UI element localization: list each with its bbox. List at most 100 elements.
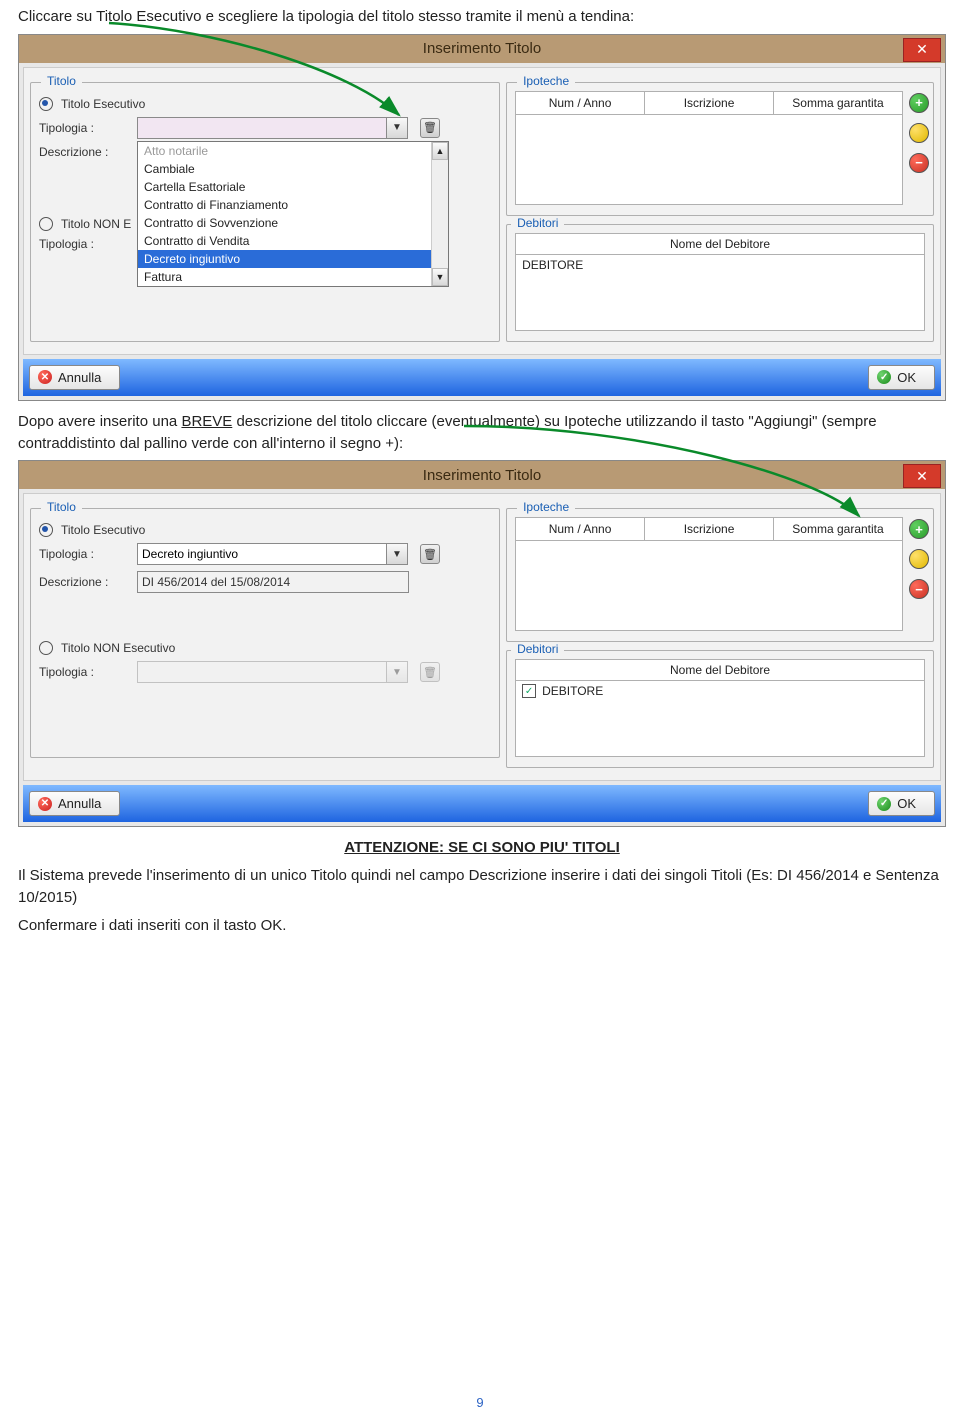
radio-titolo-non-esecutivo-2[interactable] (39, 641, 53, 655)
intro-text: Cliccare su Titolo Esecutivo e scegliere… (18, 6, 946, 28)
close-button[interactable]: ✕ (903, 38, 941, 62)
scroll-down-icon[interactable]: ▼ (432, 268, 448, 286)
mid-text: Dopo avere inserito una BREVE descrizion… (18, 411, 946, 455)
ipo-col-iscrizione-2: Iscrizione (645, 518, 774, 540)
ipoteche-table[interactable]: Num / Anno Iscrizione Somma garantita (515, 91, 903, 205)
ok-icon: ✓ (877, 370, 891, 384)
tipologia-combo-3[interactable]: ▼ (137, 661, 408, 683)
descrizione-label-2: Descrizione : (39, 575, 129, 589)
close-icon: ✕ (916, 41, 928, 58)
window-title-2: Inserimento Titolo (423, 467, 541, 484)
ok-icon: ✓ (877, 797, 891, 811)
dd-opt-sovvenzione[interactable]: Contratto di Sovvenzione (138, 214, 448, 232)
plus-icon: + (915, 95, 923, 110)
attention-heading: ATTENZIONE: SE CI SONO PIU' TITOLI (18, 837, 946, 859)
debitore-name-2: DEBITORE (542, 684, 603, 698)
dd-opt-decreto[interactable]: Decreto ingiuntivo (138, 250, 448, 268)
add-button[interactable]: + (909, 93, 929, 113)
ipo-col-somma-2: Somma garantita (774, 518, 902, 540)
minus-icon: − (915, 582, 923, 597)
tipologia-dropdown[interactable]: Atto notarile Cambiale Cartella Esattori… (137, 141, 449, 287)
group-debitori-label: Debitori (511, 216, 564, 230)
debitori-table-2[interactable]: Nome del Debitore ✓ DEBITORE (515, 659, 925, 757)
ok-button-2[interactable]: ✓ OK (868, 791, 935, 816)
ok-button[interactable]: ✓ OK (868, 365, 935, 390)
group-ipoteche-label-2: Ipoteche (517, 500, 575, 514)
dd-opt-atto[interactable]: Atto notarile (138, 142, 448, 160)
trash-icon: 🗑 (420, 662, 440, 682)
table-row[interactable]: DEBITORE (516, 255, 924, 275)
dd-opt-cambiale[interactable]: Cambiale (138, 160, 448, 178)
window-bottom-bar: ✕ Annulla ✓ OK (23, 359, 941, 396)
ipo-col-num-2: Num / Anno (516, 518, 645, 540)
tipologia-combo-2[interactable]: ▼ (137, 543, 408, 565)
cancel-icon: ✕ (38, 370, 52, 384)
add-button-2[interactable]: + (909, 519, 929, 539)
cancel-button-2[interactable]: ✕ Annulla (29, 791, 120, 816)
group-titolo-label-2: Titolo (41, 500, 82, 514)
radio-titolo-esecutivo-2[interactable] (39, 523, 53, 537)
descrizione-label: Descrizione : (39, 145, 129, 159)
para-confirm: Confermare i dati inseriti con il tasto … (18, 915, 946, 937)
group-ipoteche-label: Ipoteche (517, 74, 575, 88)
remove-button[interactable]: − (909, 153, 929, 173)
tipologia-input[interactable] (137, 117, 386, 139)
descrizione-input[interactable]: DI 456/2014 del 15/08/2014 (137, 571, 409, 593)
group-titolo-label: Titolo (41, 74, 82, 88)
chevron-down-icon[interactable]: ▼ (386, 543, 408, 565)
cancel-label: Annulla (58, 370, 101, 385)
remove-button-2[interactable]: − (909, 579, 929, 599)
window-title: Inserimento Titolo (423, 40, 541, 57)
radio-esecutivo-label: Titolo Esecutivo (61, 97, 145, 111)
tipologia2-label: Tipologia : (39, 237, 129, 251)
debitori-col-nome: Nome del Debitore (516, 234, 924, 255)
scroll-up-icon[interactable]: ▲ (432, 142, 448, 160)
plus-icon: + (915, 522, 923, 537)
radio-non-esecutivo-label: Titolo NON E (61, 217, 131, 231)
tipologia3-label: Tipologia : (39, 665, 129, 679)
edit-button-2[interactable] (909, 549, 929, 569)
window-titlebar: Inserimento Titolo ✕ (19, 35, 945, 63)
chevron-down-icon: ▼ (386, 661, 408, 683)
window-bottom-bar-2: ✕ Annulla ✓ OK (23, 785, 941, 822)
debitori-table[interactable]: Nome del Debitore DEBITORE (515, 233, 925, 331)
dd-opt-finanziamento[interactable]: Contratto di Finanziamento (138, 196, 448, 214)
edit-button[interactable] (909, 123, 929, 143)
ok-label-2: OK (897, 796, 916, 811)
ok-label: OK (897, 370, 916, 385)
close-icon: ✕ (916, 468, 928, 485)
tipologia-combo[interactable]: ▼ (137, 117, 408, 139)
tipologia-label-2: Tipologia : (39, 547, 129, 561)
mid-breve: BREVE (181, 413, 232, 430)
chevron-down-icon[interactable]: ▼ (386, 117, 408, 139)
debitore-name: DEBITORE (522, 258, 583, 272)
radio-esecutivo-label-2: Titolo Esecutivo (61, 523, 145, 537)
tipologia-label: Tipologia : (39, 121, 129, 135)
close-button-2[interactable]: ✕ (903, 464, 941, 488)
table-row[interactable]: ✓ DEBITORE (516, 681, 924, 701)
para-explain: Il Sistema prevede l'inserimento di un u… (18, 865, 946, 909)
ipo-col-num: Num / Anno (516, 92, 645, 114)
cancel-label-2: Annulla (58, 796, 101, 811)
radio-titolo-esecutivo[interactable] (39, 97, 53, 111)
debitore-checkbox[interactable]: ✓ (522, 684, 536, 698)
dropdown-scrollbar[interactable]: ▲ ▼ (431, 142, 448, 286)
radio-titolo-non-esecutivo[interactable] (39, 217, 53, 231)
window-inserimento-2: Inserimento Titolo ✕ Titolo Titolo Esecu… (18, 460, 946, 827)
ipo-col-iscrizione: Iscrizione (645, 92, 774, 114)
trash-icon[interactable]: 🗑 (420, 118, 440, 138)
tipologia-input-3 (137, 661, 386, 683)
dd-opt-vendita[interactable]: Contratto di Vendita (138, 232, 448, 250)
tipologia-input-2[interactable] (137, 543, 386, 565)
dd-opt-cartella[interactable]: Cartella Esattoriale (138, 178, 448, 196)
cancel-icon: ✕ (38, 797, 52, 811)
page-number: 9 (0, 1395, 960, 1410)
trash-icon[interactable]: 🗑 (420, 544, 440, 564)
dd-opt-fattura[interactable]: Fattura (138, 268, 448, 286)
ipo-col-somma: Somma garantita (774, 92, 902, 114)
radio-non-esecutivo-label-2: Titolo NON Esecutivo (61, 641, 175, 655)
window-titlebar-2: Inserimento Titolo ✕ (19, 461, 945, 489)
ipoteche-table-2[interactable]: Num / Anno Iscrizione Somma garantita (515, 517, 903, 631)
cancel-button[interactable]: ✕ Annulla (29, 365, 120, 390)
group-debitori-label-2: Debitori (511, 642, 564, 656)
